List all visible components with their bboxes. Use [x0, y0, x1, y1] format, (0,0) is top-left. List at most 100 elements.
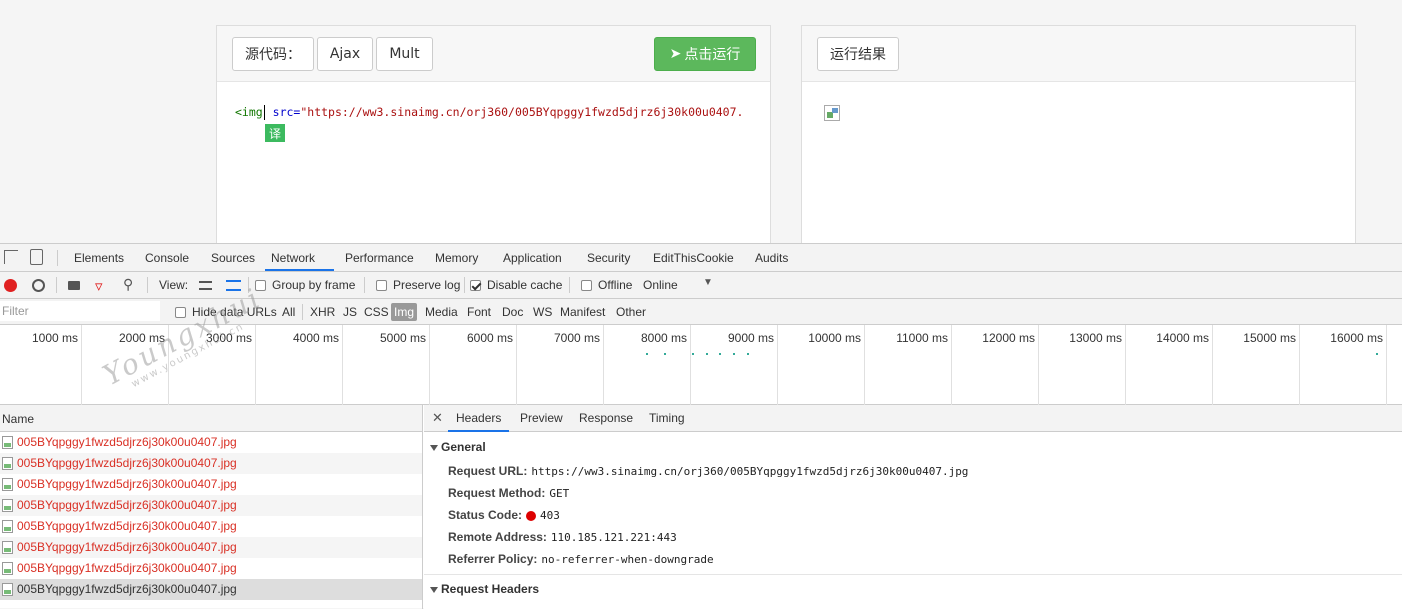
timeline-request-marker [719, 353, 721, 355]
request-name: 005BYqpggy1fwzd5djrz6j30k00u0407.jpg [17, 435, 237, 449]
filter-input[interactable]: Filter [0, 301, 160, 321]
throttle-select[interactable]: Online [643, 272, 678, 299]
tab-headers[interactable]: Headers [448, 405, 510, 432]
tab-sources[interactable]: Sources [205, 244, 261, 271]
request-name: 005BYqpggy1fwzd5djrz6j30k00u0407.jpg [17, 582, 237, 596]
disable-cache-label: Disable cache [487, 278, 563, 292]
timeline-request-marker [706, 353, 708, 355]
filter-type-all[interactable]: All [279, 303, 298, 321]
source-code-button[interactable]: 源代码： [232, 37, 314, 71]
filter-type-js[interactable]: JS [340, 303, 360, 321]
tab-performance[interactable]: Performance [339, 244, 420, 271]
timeline-gridline [1125, 325, 1126, 405]
image-file-icon [2, 562, 13, 575]
tab-network[interactable]: Network [265, 244, 334, 271]
mult-button[interactable]: Mult [376, 37, 433, 71]
request-headers-toggle[interactable]: Request Headers [430, 582, 539, 596]
tab-security[interactable]: Security [581, 244, 636, 271]
general-section-toggle[interactable]: General [430, 440, 486, 454]
broken-image-icon [824, 105, 840, 121]
result-panel-header: 运行结果 [802, 26, 1355, 82]
device-toggle-icon[interactable] [30, 249, 43, 265]
filter-bar: Filter Hide data URLs All XHR JS CSS Img… [0, 299, 1402, 325]
timeline-tick-label: 13000 ms [1069, 331, 1122, 345]
translate-badge[interactable]: 译 [265, 124, 285, 142]
request-row[interactable]: 005BYqpggy1fwzd5djrz6j30k00u0407.jpg [0, 474, 422, 495]
tab-console[interactable]: Console [139, 244, 195, 271]
network-timeline-overview[interactable]: 1000 ms 2000 ms 3000 ms 4000 ms 5000 ms 6000 … [0, 325, 1402, 405]
preserve-log-checkbox[interactable] [376, 280, 387, 291]
request-row[interactable]: 005BYqpggy1fwzd5djrz6j30k00u0407.jpg [0, 516, 422, 537]
devtools-tabbar: Elements Console Sources Network Perform… [0, 244, 1402, 272]
group-by-frame-checkbox[interactable] [255, 280, 266, 291]
tab-response[interactable]: Response [571, 405, 641, 432]
clear-icon[interactable] [32, 279, 45, 292]
record-icon[interactable] [4, 279, 17, 292]
filter-type-other[interactable]: Other [613, 303, 649, 321]
large-rows-icon[interactable] [199, 281, 212, 290]
result-button[interactable]: 运行结果 [817, 37, 899, 71]
request-method-value: GET [549, 487, 570, 500]
code-editor[interactable]: <img src="https://ww3.sinaimg.cn/orj360/… [235, 105, 743, 120]
ajax-button[interactable]: Ajax [317, 37, 373, 71]
run-button-label: 点击运行 [684, 47, 741, 63]
screenshot-camera-icon[interactable] [68, 281, 80, 290]
tab-application[interactable]: Application [497, 244, 568, 271]
request-row[interactable]: 005BYqpggy1fwzd5djrz6j30k00u0407.jpg [0, 432, 422, 453]
tab-audits[interactable]: Audits [749, 244, 794, 271]
request-list: 005BYqpggy1fwzd5djrz6j30k00u0407.jpg 005B… [0, 432, 423, 609]
timeline-tick-label: 6000 ms [466, 331, 513, 345]
filter-type-ws[interactable]: WS [530, 303, 555, 321]
request-row[interactable]: 005BYqpggy1fwzd5djrz6j30k00u0407.jpg [0, 558, 422, 579]
hide-data-urls-checkbox[interactable] [175, 307, 186, 318]
close-icon[interactable]: ✕ [432, 410, 443, 426]
tab-timing[interactable]: Timing [641, 405, 693, 432]
run-button[interactable]: ➤ 点击运行 [654, 37, 756, 71]
filter-type-img[interactable]: Img [391, 303, 418, 321]
chevron-down-icon[interactable]: ▼ [703, 277, 713, 288]
request-url-value: https://ww3.sinaimg.cn/orj360/005BYqpggy… [531, 465, 969, 478]
request-row[interactable]: 005BYqpggy1fwzd5djrz6j30k00u0407.jpg [0, 579, 422, 600]
filter-type-manifest[interactable]: Manifest [557, 303, 608, 321]
disable-cache-checkbox[interactable] [470, 280, 481, 291]
name-column-header[interactable]: Name [2, 412, 34, 426]
headers-details: General Request URL: https://ww3.sinaimg.… [424, 432, 1402, 609]
tab-preview[interactable]: Preview [512, 405, 571, 432]
tab-editthiscookie[interactable]: EditThisCookie [647, 244, 740, 271]
filter-type-font[interactable]: Font [464, 303, 494, 321]
image-file-icon [2, 541, 13, 554]
request-row[interactable]: 005BYqpggy1fwzd5djrz6j30k00u0407.jpg [0, 537, 422, 558]
timeline-tick-label: 11000 ms [896, 331, 948, 345]
text-cursor [263, 105, 265, 120]
request-row[interactable]: 005BYqpggy1fwzd5djrz6j30k00u0407.jpg [0, 495, 422, 516]
request-name: 005BYqpggy1fwzd5djrz6j30k00u0407.jpg [17, 498, 237, 512]
timeline-tick-label: 2000 ms [118, 331, 165, 345]
request-row[interactable]: 005BYqpggy1fwzd5djrz6j30k00u0407.jpg [0, 453, 422, 474]
filter-type-xhr[interactable]: XHR [307, 303, 338, 321]
remote-address-key: Remote Address: [448, 530, 547, 544]
filter-funnel-icon[interactable]: ▿ [95, 277, 103, 295]
filter-type-doc[interactable]: Doc [499, 303, 526, 321]
inspect-icon[interactable] [4, 250, 18, 264]
group-by-frame-label: Group by frame [272, 278, 356, 292]
timeline-tick-label: 15000 ms [1243, 331, 1296, 345]
filter-type-css[interactable]: CSS [361, 303, 392, 321]
request-name: 005BYqpggy1fwzd5djrz6j30k00u0407.jpg [17, 456, 237, 470]
timeline-gridline [690, 325, 691, 405]
request-list-header: Name [0, 405, 423, 432]
offline-checkbox[interactable] [581, 280, 592, 291]
status-code-row: Status Code: 403 [448, 508, 560, 522]
toolbar-separator [464, 277, 465, 293]
filter-type-media[interactable]: Media [422, 303, 461, 321]
toolbar-separator [248, 277, 249, 293]
tab-memory[interactable]: Memory [429, 244, 484, 271]
referrer-policy-key: Referrer Policy: [448, 552, 538, 566]
search-icon[interactable]: ⚲ [123, 276, 133, 293]
waterfall-icon[interactable] [226, 280, 241, 291]
request-url-row: Request URL: https://ww3.sinaimg.cn/orj36… [448, 464, 968, 478]
timeline-request-marker [664, 353, 666, 355]
timeline-request-marker [692, 353, 694, 355]
tab-elements[interactable]: Elements [68, 244, 130, 271]
image-file-icon [2, 499, 13, 512]
code-attr: src= [272, 105, 301, 119]
